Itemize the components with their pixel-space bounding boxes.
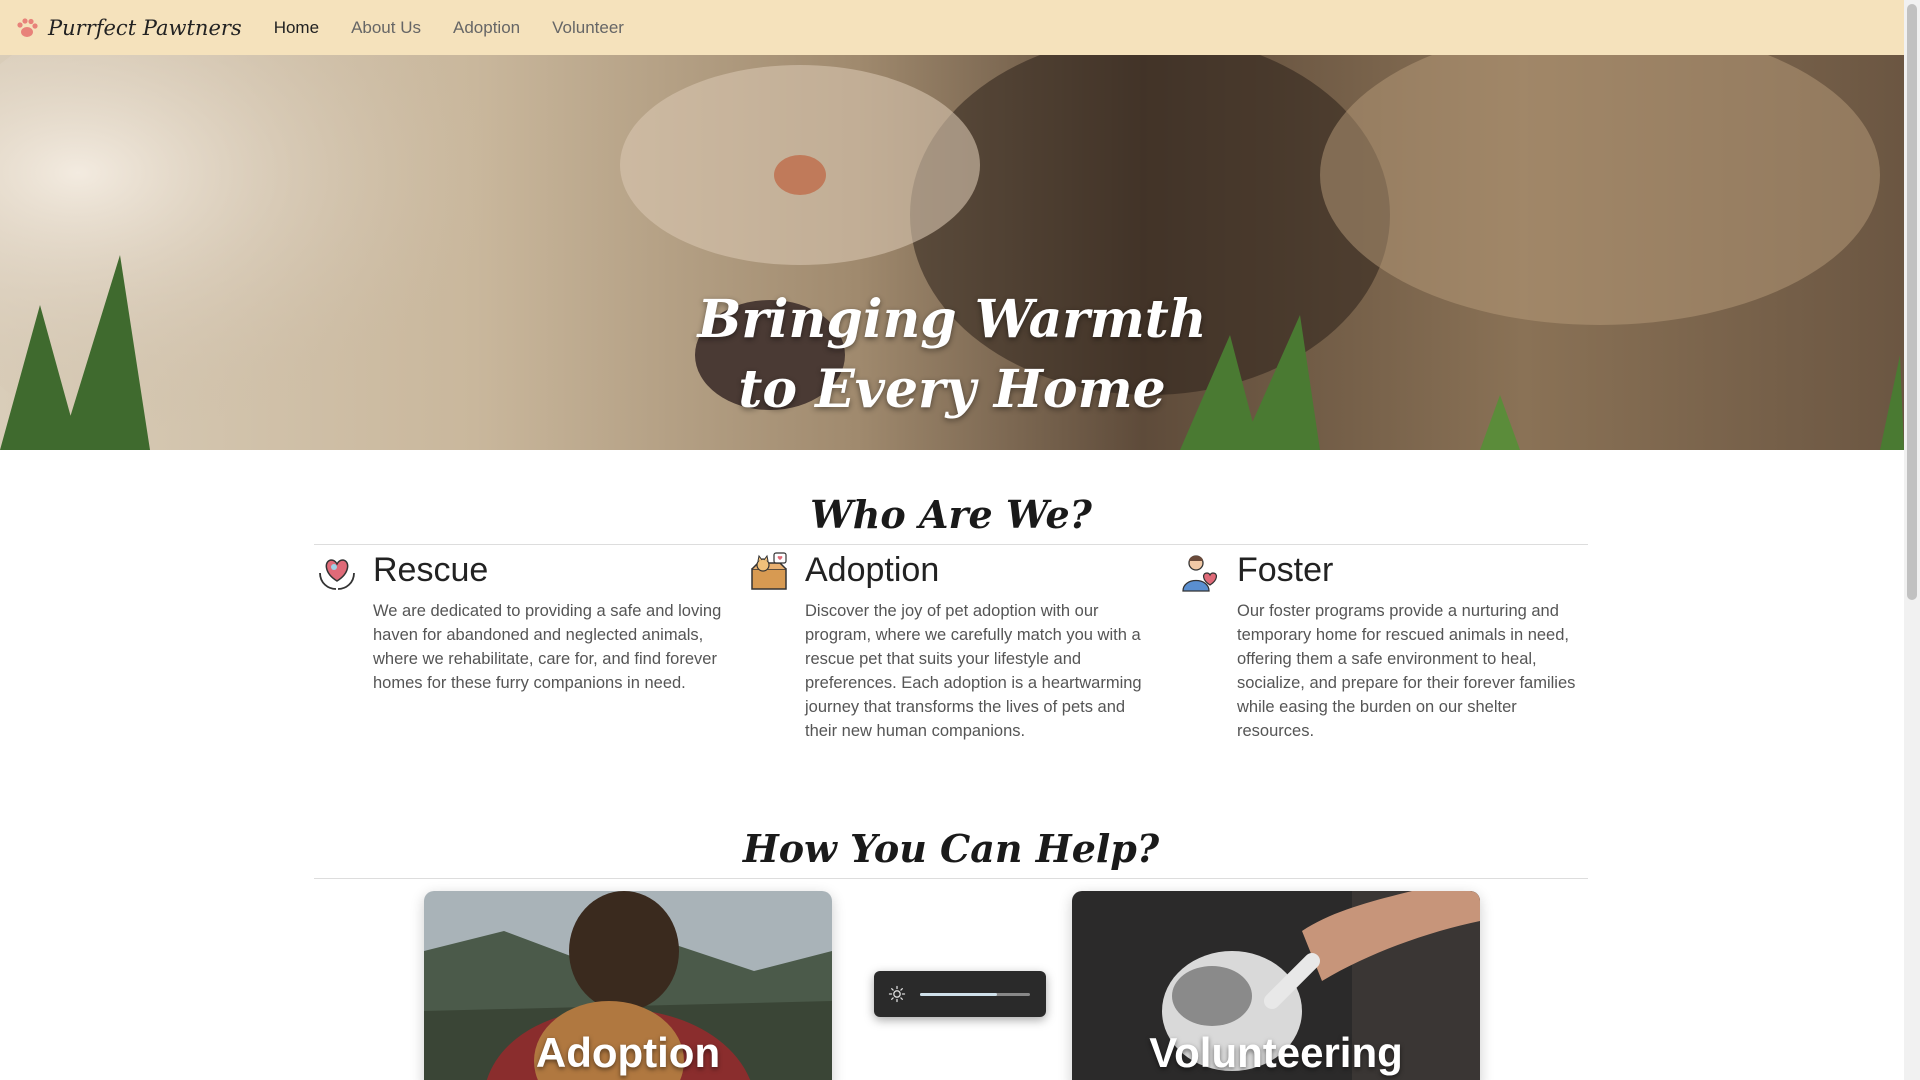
paw-icon: [17, 17, 38, 37]
feature-foster-heading: Foster: [1237, 551, 1334, 589]
foster-person-icon: [1182, 555, 1217, 592]
brand-name: Purrfect Pawtners: [48, 15, 242, 40]
who-are-we-title: Who Are We?: [810, 492, 1092, 537]
adoption-card[interactable]: Adoption: [424, 891, 832, 1080]
page-viewport: Purrfect Pawtners Home About Us Adoption…: [0, 0, 1904, 1080]
feature-foster-text: Our foster programs provide a nurturing …: [1237, 602, 1576, 740]
help-divider: [314, 878, 1588, 879]
how-you-can-help-title: How You Can Help?: [742, 826, 1160, 871]
hero-banner: Bringing Warmth to Every Home: [0, 55, 1904, 450]
adoption-card-title: Adoption: [535, 1029, 721, 1076]
brightness-control[interactable]: [874, 971, 1046, 1017]
feature-adoption-heading: Adoption: [805, 551, 940, 589]
hero-title: Bringing Warmth to Every Home: [0, 285, 1904, 425]
hero-title-line2: to Every Home: [738, 359, 1166, 420]
who-divider: [314, 544, 1588, 545]
adoption-box-icon: [751, 552, 787, 590]
hero-title-line1: Bringing Warmth: [697, 289, 1207, 350]
volunteering-card-title: Volunteering: [1149, 1029, 1403, 1076]
rescue-heart-hands-icon: [319, 559, 355, 590]
nav-volunteer[interactable]: Volunteer: [552, 18, 624, 38]
brand[interactable]: Purrfect Pawtners: [14, 15, 242, 41]
brightness-slider-fill: [920, 993, 997, 996]
nav-links: Home About Us Adoption Volunteer: [274, 18, 656, 38]
volunteering-card[interactable]: Volunteering: [1072, 891, 1480, 1080]
nav-home[interactable]: Home: [274, 18, 319, 38]
nav-about-us[interactable]: About Us: [351, 18, 421, 38]
scrollbar-thumb[interactable]: [1907, 4, 1917, 600]
feature-rescue-text: We are dedicated to providing a safe and…: [373, 602, 722, 692]
nav-adoption[interactable]: Adoption: [453, 18, 520, 38]
feature-adoption-text: Discover the joy of pet adoption with ou…: [805, 602, 1142, 740]
brightness-slider[interactable]: [920, 993, 1030, 996]
brightness-icon: [888, 985, 906, 1003]
scrollbar[interactable]: [1904, 0, 1920, 1080]
feature-rescue-heading: Rescue: [373, 551, 489, 589]
navbar: Purrfect Pawtners Home About Us Adoption…: [0, 0, 1904, 55]
